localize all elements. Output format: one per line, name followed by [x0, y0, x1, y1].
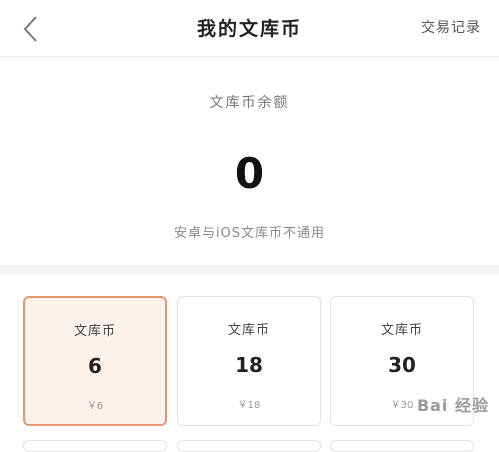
chevron-left-icon	[23, 16, 37, 42]
card-label: 文库币	[380, 323, 423, 338]
watermark-logo: Bai 经验	[416, 396, 489, 415]
package-card-6[interactable]: 文库币 6 ￥6	[23, 296, 167, 426]
card-amount: 18	[235, 353, 263, 377]
card-price: ￥18	[237, 400, 261, 411]
card-amount: 30	[388, 353, 416, 377]
back-button[interactable]	[16, 12, 50, 46]
card-label: 文库币	[73, 324, 116, 339]
next-row-card[interactable]	[330, 440, 474, 452]
platform-note: 安卓与iOS文库币不通用	[173, 226, 326, 241]
card-amount: 6	[88, 354, 102, 378]
package-card-18[interactable]: 文库币 18 ￥18	[177, 296, 321, 426]
balance-value: 0	[234, 149, 265, 198]
next-row-card[interactable]	[23, 440, 167, 452]
next-row-card[interactable]	[177, 440, 321, 452]
card-label: 文库币	[227, 323, 270, 338]
card-price: ￥6	[86, 401, 104, 412]
top-bar: 我的文库币 交易记录	[0, 0, 499, 57]
balance-label: 文库币余额	[209, 95, 290, 111]
transaction-records-link[interactable]: 交易记录	[421, 17, 481, 37]
section-divider	[0, 265, 499, 274]
